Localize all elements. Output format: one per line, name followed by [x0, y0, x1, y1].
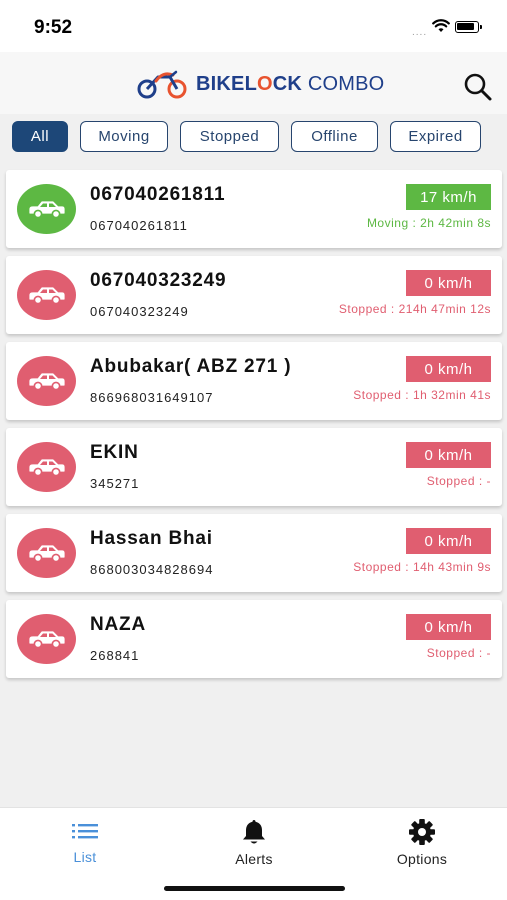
- speed-badge: 0 km/h: [406, 528, 491, 554]
- battery-icon: [455, 21, 482, 33]
- bell-icon: [243, 820, 265, 844]
- vehicle-id: 868003034828694: [90, 562, 214, 577]
- vehicle-card[interactable]: 067040323249 067040323249 0 km/h Stopped…: [6, 256, 502, 334]
- vehicle-id: 345271: [90, 476, 140, 491]
- car-icon: [17, 356, 76, 406]
- vehicle-id: 866968031649107: [90, 390, 214, 405]
- brand-logo: BIKELOCK COMBO: [136, 68, 384, 100]
- car-icon: [17, 270, 76, 320]
- filter-all[interactable]: All: [12, 121, 68, 152]
- speed-badge: 0 km/h: [406, 442, 491, 468]
- vehicle-card[interactable]: Hassan Bhai 868003034828694 0 km/h Stopp…: [6, 514, 502, 592]
- filter-moving[interactable]: Moving: [80, 121, 168, 152]
- vehicle-name: Abubakar( ABZ 271 ): [90, 356, 292, 377]
- speed-badge: 0 km/h: [406, 356, 491, 382]
- car-icon: [17, 442, 76, 492]
- vehicle-name: 067040261811: [90, 184, 226, 205]
- vehicle-name: 067040323249: [90, 270, 227, 291]
- vehicle-id: 067040323249: [90, 304, 189, 319]
- vehicle-card[interactable]: EKIN 345271 0 km/h Stopped : -: [6, 428, 502, 506]
- brand-name: BIKELOCK COMBO: [196, 72, 385, 95]
- tab-list[interactable]: List: [30, 818, 140, 865]
- vehicle-state: Stopped : 14h 43min 9s: [353, 560, 491, 574]
- vehicle-id: 067040261811: [90, 218, 188, 233]
- filter-expired[interactable]: Expired: [390, 121, 481, 152]
- app-header: BIKELOCK COMBO: [0, 52, 507, 114]
- speed-badge: 0 km/h: [406, 614, 491, 640]
- vehicle-state: Stopped : 1h 32min 41s: [353, 388, 491, 402]
- home-indicator: [164, 886, 345, 891]
- search-icon[interactable]: [462, 71, 494, 103]
- filter-stopped[interactable]: Stopped: [180, 121, 279, 152]
- status-bar: 9:52 ....: [0, 0, 507, 52]
- status-time: 9:52: [34, 17, 73, 38]
- car-icon: [17, 614, 76, 664]
- speed-badge: 0 km/h: [406, 270, 491, 296]
- tab-alerts[interactable]: Alerts: [199, 818, 309, 867]
- speed-badge: 17 km/h: [406, 184, 491, 210]
- vehicle-name: Hassan Bhai: [90, 528, 213, 549]
- motorbike-logo-icon: [137, 70, 187, 99]
- vehicle-name: NAZA: [90, 614, 146, 635]
- vehicle-state: Moving : 2h 42min 8s: [366, 216, 491, 230]
- tab-options-label: Options: [396, 851, 448, 867]
- tab-alerts-label: Alerts: [235, 851, 273, 867]
- vehicle-card[interactable]: 067040261811 067040261811 17 km/h Moving…: [6, 170, 502, 248]
- gear-icon: [409, 819, 435, 845]
- vehicle-state: Stopped : -: [426, 474, 491, 488]
- car-icon: [17, 528, 76, 578]
- tab-options[interactable]: Options: [367, 818, 477, 867]
- filter-offline[interactable]: Offline: [291, 121, 378, 152]
- vehicle-id: 268841: [90, 648, 140, 663]
- vehicle-name: EKIN: [90, 442, 139, 463]
- vehicle-card[interactable]: Abubakar( ABZ 271 ) 866968031649107 0 km…: [6, 342, 502, 420]
- list-icon: [72, 824, 98, 839]
- vehicle-state: Stopped : 214h 47min 12s: [338, 302, 491, 316]
- tab-list-label: List: [73, 849, 97, 865]
- car-icon: [17, 184, 76, 234]
- vehicle-state: Stopped : -: [426, 646, 491, 660]
- wifi-icon: [432, 19, 450, 32]
- vehicle-card[interactable]: NAZA 268841 0 km/h Stopped : -: [6, 600, 502, 678]
- signal-indicator: ....: [412, 27, 428, 38]
